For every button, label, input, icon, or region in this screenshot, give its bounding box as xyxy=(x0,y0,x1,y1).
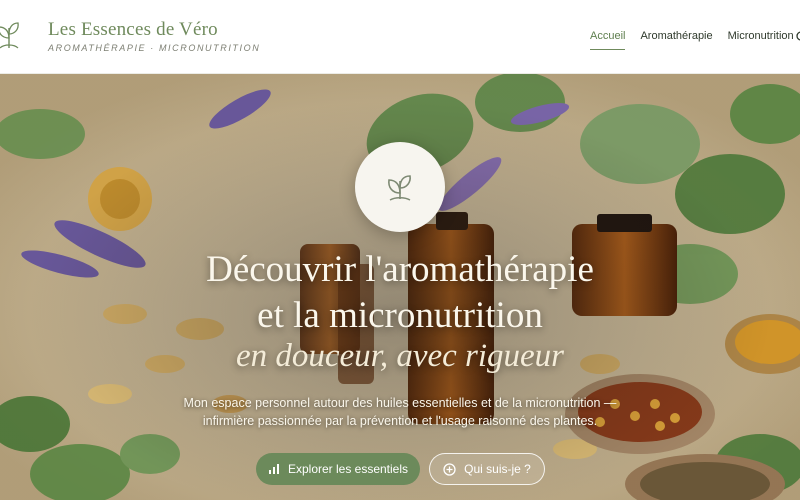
hero-title-line-1: Découvrir l'aromathérapie xyxy=(206,249,594,290)
main-nav: Accueil Aromathérapie Micronutrition xyxy=(590,30,794,50)
hero-lead-line-2: infirmière passionnée par la prévention … xyxy=(202,414,598,428)
about-me-button[interactable]: Qui suis-je ? xyxy=(429,453,545,485)
nav-item-overflow[interactable] xyxy=(796,30,800,44)
about-me-label: Qui suis-je ? xyxy=(464,462,531,476)
explore-essentials-label: Explorer les essentiels xyxy=(287,462,409,476)
nav-item-accueil[interactable]: Accueil xyxy=(590,30,626,50)
site-header: Les Essences de Véro AROMATHÉRAPIE · MIC… xyxy=(0,0,800,74)
plus-circle-icon xyxy=(443,462,456,476)
brand-tagline: AROMATHÉRAPIE · MICRONUTRITION xyxy=(48,43,261,53)
hero-section: Découvrir l'aromathérapie et la micronut… xyxy=(0,74,800,500)
explore-essentials-button[interactable]: Explorer les essentiels xyxy=(256,453,420,485)
hero-subtitle: en douceur, avec rigueur xyxy=(235,338,565,374)
bar-chart-icon xyxy=(268,464,279,474)
nav-item-aromatherapie[interactable]: Aromathérapie xyxy=(640,30,712,50)
hero-emblem xyxy=(355,142,445,232)
plant-sprout-logo-icon[interactable] xyxy=(0,18,24,52)
brand-name[interactable]: Les Essences de Véro xyxy=(48,19,218,41)
nav-item-micronutrition[interactable]: Micronutrition xyxy=(728,30,794,50)
hero-title-line-2: et la micronutrition xyxy=(257,295,543,336)
hero-lead-line-1: Mon espace personnel autour des huiles e… xyxy=(183,396,617,410)
leaf-sprout-icon xyxy=(388,175,411,201)
